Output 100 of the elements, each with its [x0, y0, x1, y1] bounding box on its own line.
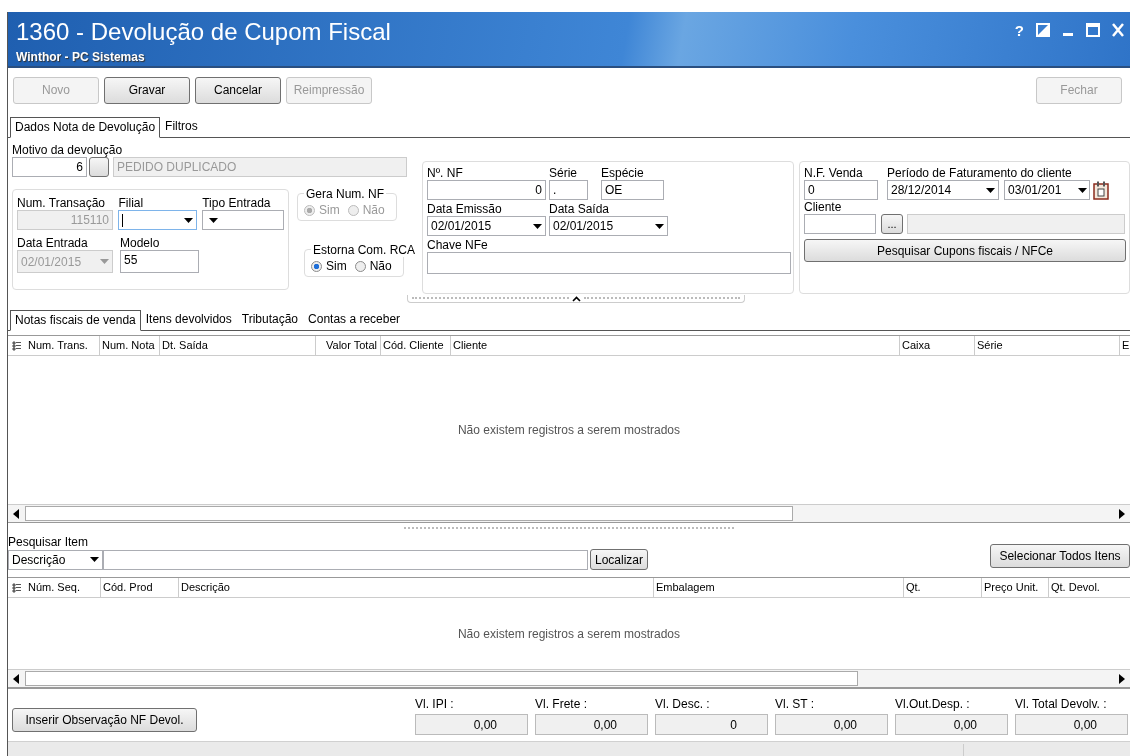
reason-code-field[interactable]: 6 — [12, 157, 87, 177]
column-header[interactable]: Descrição — [179, 578, 654, 597]
window-title: 1360 - Devolução de Cupom Fiscal — [16, 17, 391, 47]
empty-message: Não existem registros a serem mostrados — [457, 423, 681, 437]
find-button[interactable]: Localizar — [590, 549, 648, 570]
arrow-right-icon[interactable] — [1118, 508, 1126, 519]
window-subtitle: Winthor - PC Sistemas — [16, 49, 146, 65]
column-header[interactable]: Núm. Seq. — [26, 578, 101, 597]
radio-option[interactable]: Sim — [311, 259, 347, 273]
observation-button[interactable]: Inserir Observação NF Devol. — [12, 708, 197, 732]
lookup-button[interactable] — [89, 157, 109, 177]
column-header[interactable]: Dt. Saída — [160, 336, 316, 355]
invoice-number-field[interactable]: 0 — [427, 180, 546, 200]
search-field[interactable] — [103, 549, 588, 570]
column-header[interactable]: Série — [975, 336, 1120, 355]
field-label: Série — [549, 166, 578, 180]
start-date-dropdown[interactable]: 28/12/2014 — [887, 180, 999, 200]
field-label: Data Saída — [549, 202, 611, 216]
field-label: Data Emissão — [427, 202, 503, 216]
toolbar-button[interactable]: Cancelar — [195, 76, 281, 104]
grid-tab[interactable]: Tributação — [236, 309, 304, 330]
select-all-button[interactable]: Selecionar Todos Itens — [990, 543, 1130, 568]
column-header[interactable]: Cliente — [451, 336, 900, 355]
total-field[interactable]: 0,00 — [1015, 714, 1128, 735]
caret-icon — [209, 217, 219, 223]
total-label: Vl. Frete : — [535, 697, 588, 711]
list-icon[interactable] — [12, 340, 22, 351]
grid-tab[interactable]: Notas fiscais de venda — [10, 310, 141, 331]
total-label: Vl. Desc. : — [655, 697, 711, 711]
client-code-field[interactable] — [804, 214, 876, 234]
horizontal-scrollbar[interactable] — [8, 669, 1130, 688]
empty-message: Não existem registros a serem mostrados — [457, 626, 681, 641]
total-label: Vl. IPI : — [415, 697, 455, 711]
access-key-field[interactable] — [427, 252, 791, 274]
caret-icon — [90, 557, 99, 562]
column-header[interactable]: Embalagem — [654, 578, 904, 597]
total-label: Vl. Total Devolv. : — [1015, 697, 1108, 711]
form-tab[interactable]: Filtros — [160, 116, 203, 137]
end-date-dropdown[interactable]: 03/01/201 — [1004, 180, 1090, 200]
total-field[interactable]: 0,00 — [535, 714, 648, 735]
branch-dropdown[interactable] — [118, 210, 198, 230]
caret-icon — [986, 187, 995, 193]
half-square-icon[interactable] — [1036, 23, 1050, 37]
lookup-button[interactable]: ... — [881, 214, 903, 234]
column-header[interactable]: Num. Trans. — [26, 336, 100, 355]
column-header[interactable]: Preço Unit. — [982, 578, 1049, 597]
caret-icon — [533, 223, 542, 229]
arrow-right-icon[interactable] — [1118, 673, 1126, 684]
column-header[interactable]: Cód. Prod — [101, 578, 179, 597]
column-header[interactable]: Num. Nota — [100, 336, 160, 355]
field-label: Período de Faturamento do cliente — [887, 166, 1073, 180]
model-field[interactable]: 55 — [120, 250, 199, 273]
field-label: N.F. Venda — [804, 166, 864, 180]
search-field-dropdown[interactable]: Descrição — [8, 549, 103, 570]
field-label: Data Entrada — [17, 236, 89, 250]
arrow-left-icon[interactable] — [12, 673, 20, 684]
caret-icon — [100, 259, 109, 264]
caret-icon — [184, 217, 194, 223]
field-label: Tipo Entrada — [202, 196, 272, 210]
toolbar-button[interactable]: Gravar — [104, 76, 190, 104]
field-label: Num. Transação — [17, 196, 107, 210]
series-field[interactable]: . — [549, 180, 588, 200]
total-field[interactable]: 0,00 — [775, 714, 888, 735]
column-header[interactable]: Qt. Devol. — [1049, 578, 1130, 597]
grid-tab[interactable]: Contas a receber — [303, 309, 406, 330]
field-label: Chave NFe — [427, 238, 489, 252]
search-button[interactable]: Pesquisar Cupons fiscais / NFCe — [804, 239, 1126, 262]
total-field[interactable]: 0,00 — [415, 714, 528, 735]
column-header[interactable]: E — [1120, 336, 1130, 355]
list-icon[interactable] — [12, 582, 22, 593]
chevron-up-icon — [571, 295, 581, 302]
radio-option[interactable]: Não — [354, 259, 392, 273]
column-header[interactable]: Cód. Cliente — [381, 336, 451, 355]
sale-invoice-field[interactable]: 0 — [804, 180, 878, 200]
form-tab[interactable]: Dados Nota de Devolução — [10, 117, 161, 138]
calendar-icon[interactable] — [1093, 180, 1109, 200]
caret-icon — [655, 223, 664, 229]
total-label: Vl.Out.Desp. : — [895, 697, 971, 711]
collapse-handle[interactable] — [407, 295, 745, 303]
group-label: Estorna Com. RCA — [311, 243, 418, 257]
issue-date-dropdown[interactable]: 02/01/2015 — [427, 216, 546, 236]
exit-date-dropdown[interactable]: 02/01/2015 — [549, 216, 668, 236]
maximize-icon[interactable] — [1086, 23, 1100, 37]
field-label: Modelo — [120, 236, 161, 250]
horizontal-scrollbar[interactable] — [8, 504, 1130, 523]
total-field[interactable]: 0,00 — [895, 714, 1008, 735]
field-label: Cliente — [804, 200, 843, 214]
caret-icon — [1078, 187, 1087, 193]
help-button[interactable]: ? — [1014, 21, 1024, 39]
species-field[interactable]: OE — [601, 180, 664, 200]
column-header[interactable]: Qt. — [904, 578, 982, 597]
reason-description-field: PEDIDO DUPLICADO — [113, 157, 407, 177]
column-header[interactable]: Caixa — [900, 336, 975, 355]
field-label: Pesquisar Item — [8, 535, 90, 549]
grid-tab[interactable]: Itens devolvidos — [140, 309, 237, 330]
total-field[interactable]: 0 — [655, 714, 768, 735]
group-label: Gera Num. NF — [304, 187, 386, 201]
close-icon[interactable] — [1112, 23, 1124, 37]
arrow-left-icon[interactable] — [12, 508, 20, 519]
column-header[interactable]: Valor Total — [316, 336, 381, 355]
